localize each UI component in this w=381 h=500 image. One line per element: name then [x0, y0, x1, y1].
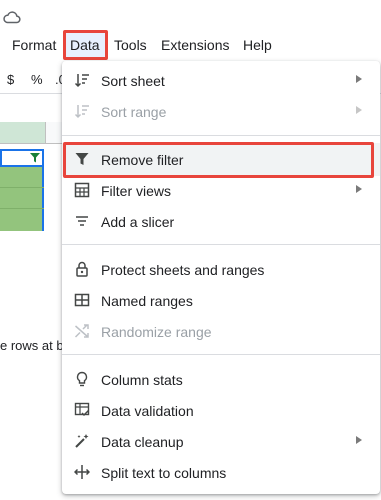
named-ranges-icon — [74, 293, 90, 307]
sort-icon — [74, 105, 89, 119]
submenu-arrow-icon — [356, 75, 362, 83]
menu-item-column-stats[interactable]: Column stats — [62, 364, 380, 394]
menu-item-label: Sort sheet — [101, 73, 165, 89]
filtered-cells[interactable] — [0, 167, 44, 231]
cell-text: e rows at bo — [0, 338, 71, 353]
submenu-arrow-icon — [356, 106, 362, 114]
menu-item-add-slicer[interactable]: Add a slicer — [62, 206, 380, 236]
menu-divider — [62, 354, 380, 355]
menu-item-label: Split text to columns — [101, 465, 227, 481]
menu-extensions[interactable]: Extensions — [161, 37, 229, 53]
menu-item-split-text[interactable]: Split text to columns — [62, 457, 380, 487]
menu-item-named-ranges[interactable]: Named ranges — [62, 285, 380, 315]
lightbulb-icon — [76, 371, 88, 387]
menu-tools[interactable]: Tools — [114, 37, 147, 53]
currency-format-button[interactable]: $ — [7, 72, 14, 87]
slicer-icon — [76, 216, 88, 226]
menu-item-label: Data validation — [101, 403, 194, 419]
spreadsheet-grid[interactable]: e rows at bo — [0, 94, 71, 394]
filter-funnel-icon[interactable] — [30, 153, 40, 163]
data-dropdown-menu: Sort sheet Sort range Remove filter Filt… — [62, 61, 380, 494]
split-columns-icon — [74, 465, 90, 479]
filter-header-cell[interactable] — [0, 149, 44, 167]
magic-wand-icon — [75, 434, 89, 448]
menu-item-label: Data cleanup — [101, 434, 184, 450]
remove-filter-highlight — [63, 142, 374, 178]
menu-item-label: Randomize range — [101, 324, 212, 340]
menu-item-sort-range[interactable]: Sort range — [62, 96, 380, 126]
cloud-status-icon[interactable] — [3, 10, 21, 24]
menu-item-label: Named ranges — [101, 293, 193, 309]
menu-item-protect-sheets[interactable]: Protect sheets and ranges — [62, 254, 380, 284]
menu-item-label: Protect sheets and ranges — [101, 262, 265, 278]
submenu-arrow-icon — [356, 436, 362, 444]
menu-item-data-cleanup[interactable]: Data cleanup — [62, 426, 380, 456]
menu-divider — [62, 244, 380, 245]
column-header-selected[interactable] — [0, 122, 46, 144]
menu-data[interactable]: Data — [70, 37, 100, 53]
shuffle-icon — [74, 324, 89, 338]
submenu-arrow-icon — [356, 185, 362, 193]
menu-item-randomize-range[interactable]: Randomize range — [62, 316, 380, 346]
menu-item-label: Sort range — [101, 104, 167, 120]
menu-item-label: Add a slicer — [101, 214, 175, 230]
menu-divider — [62, 135, 380, 136]
menu-item-sort-sheet[interactable]: Sort sheet — [62, 65, 380, 95]
filter-views-icon — [74, 182, 90, 198]
menu-item-filter-views[interactable]: Filter views — [62, 175, 380, 205]
menu-bar: Format Data Tools Extensions Help — [0, 30, 381, 60]
menu-format[interactable]: Format — [12, 37, 56, 53]
menu-item-label: Filter views — [101, 183, 172, 199]
percent-format-button[interactable]: % — [31, 72, 43, 87]
sort-icon — [74, 74, 89, 88]
validation-icon — [74, 402, 90, 417]
menu-item-data-validation[interactable]: Data validation — [62, 395, 380, 425]
menu-item-label: Column stats — [101, 372, 183, 388]
menu-help[interactable]: Help — [243, 37, 272, 53]
lock-icon — [76, 261, 88, 277]
